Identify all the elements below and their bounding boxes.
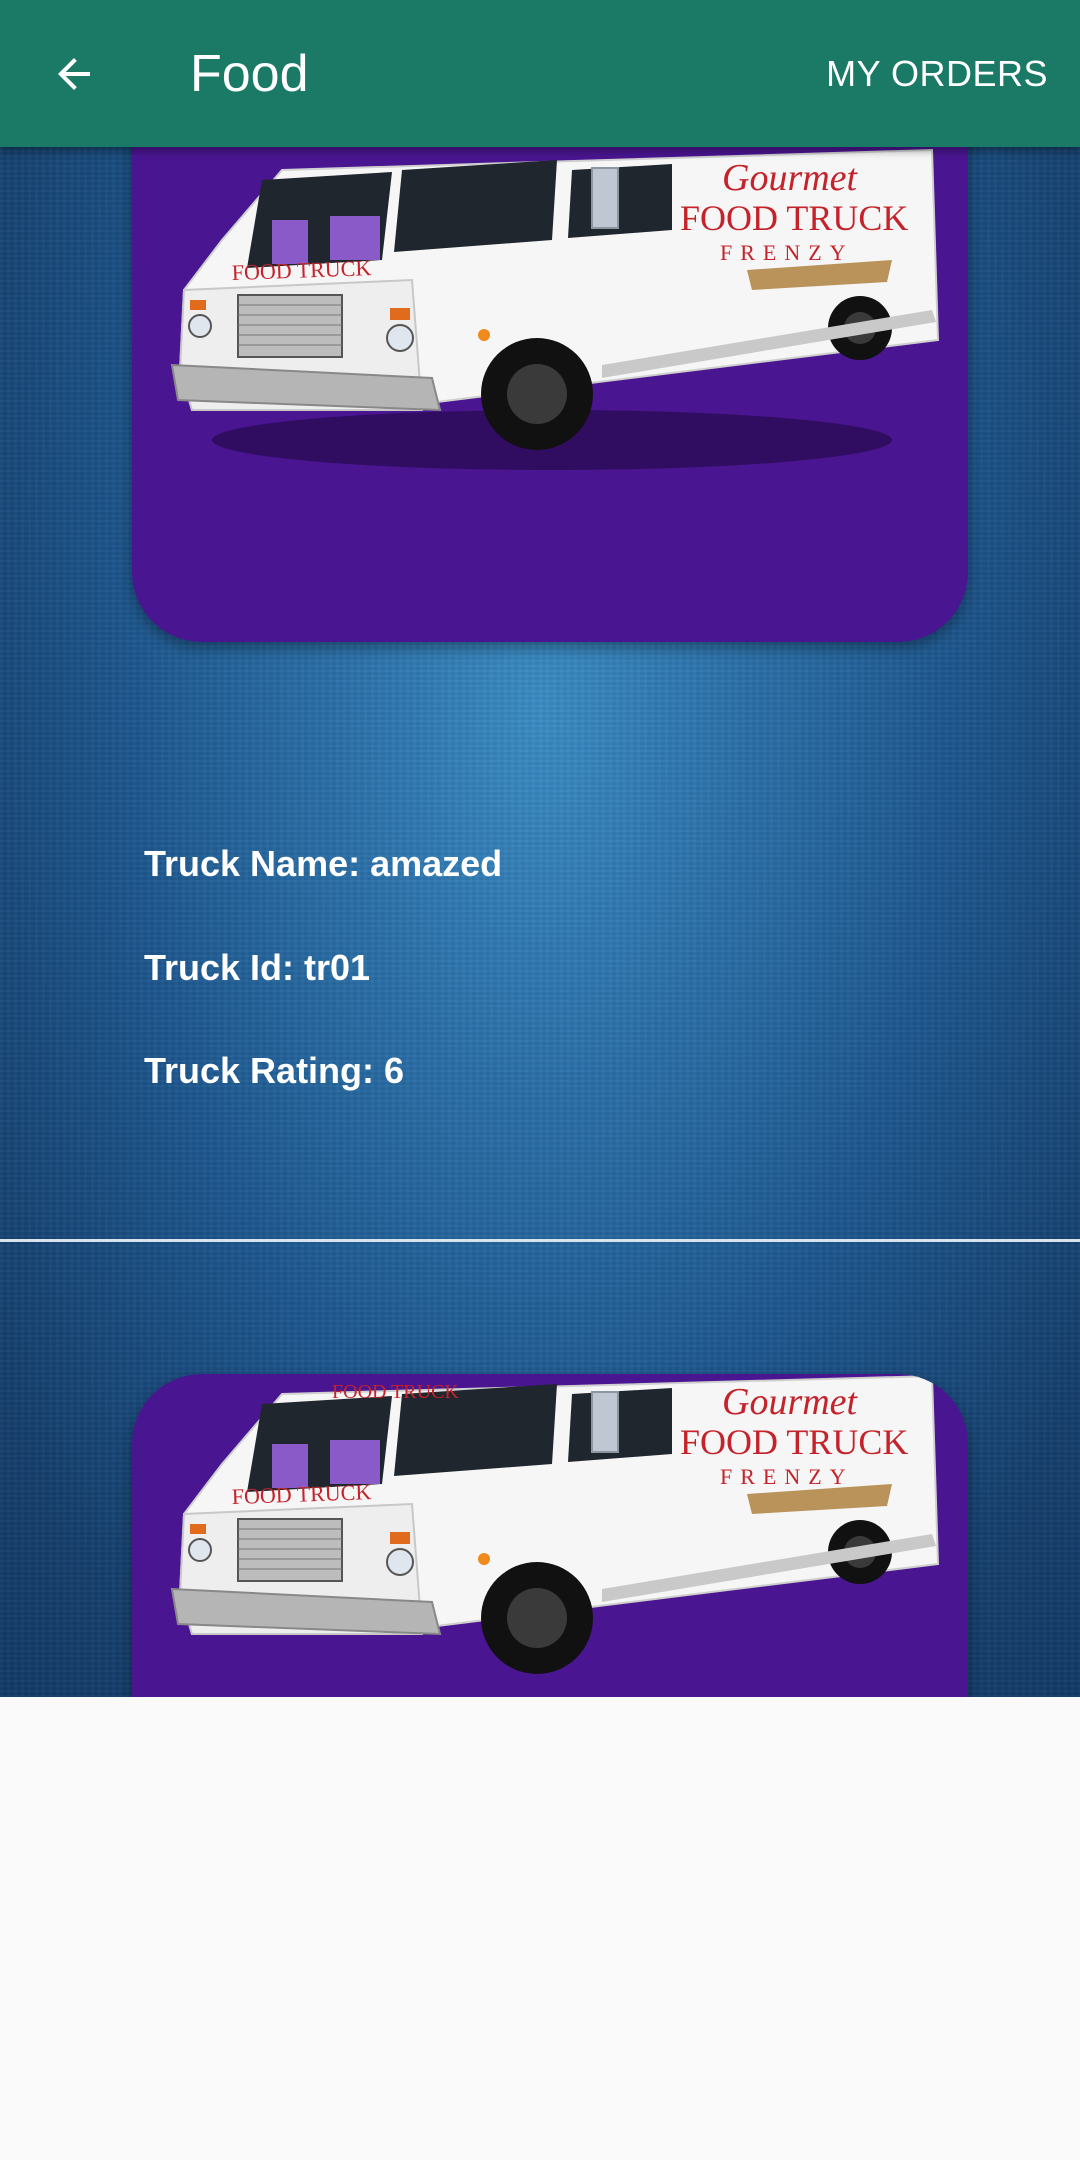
truck-name: Truck Name: amazed (144, 843, 503, 884)
truck-logo-script: Gourmet (722, 1381, 859, 1423)
truck-list[interactable]: FOOD TRUCK Gourmet FOOD TRUCK FRENZY FOO… (0, 0, 1080, 1697)
my-orders-button[interactable]: MY ORDERS (826, 50, 1048, 98)
truck-id: Truck Id: tr01 (144, 947, 371, 988)
truck-logo-hood: FOOD TRUCK (231, 255, 371, 285)
back-button[interactable] (36, 36, 111, 111)
truck-logo-script: Gourmet (722, 157, 859, 199)
truck-logo-small: FOOD TRUCK (332, 1381, 459, 1403)
screen: FOOD TRUCK Gourmet FOOD TRUCK FRENZY FOO… (0, 0, 1080, 2160)
truck-logo-sub: FRENZY (720, 1464, 854, 1489)
truck-image[interactable]: FOOD TRUCK Gourmet FOOD TRUCK FRENZY FOO… (132, 110, 968, 642)
truck-logo-main: FOOD TRUCK (680, 1422, 908, 1462)
food-truck-image: Gourmet FOOD TRUCK FRENZY FOOD TRUCK FOO… (170, 1374, 940, 1674)
truck-logo-main: FOOD TRUCK (680, 198, 908, 238)
list-divider (0, 1239, 1080, 1242)
truck-logo-sub: FRENZY (720, 240, 854, 265)
arrow-left-icon (57, 57, 90, 90)
app-bar: Food MY ORDERS (0, 0, 1080, 147)
truck-image[interactable]: Gourmet FOOD TRUCK FRENZY FOOD TRUCK FOO… (132, 1374, 968, 1697)
truck-logo-hood: FOOD TRUCK (231, 1479, 371, 1509)
food-truck-image: FOOD TRUCK Gourmet FOOD TRUCK FRENZY FOO… (170, 125, 940, 470)
truck-rating: Truck Rating: 6 (144, 1050, 405, 1091)
page-title: Food (190, 45, 309, 103)
